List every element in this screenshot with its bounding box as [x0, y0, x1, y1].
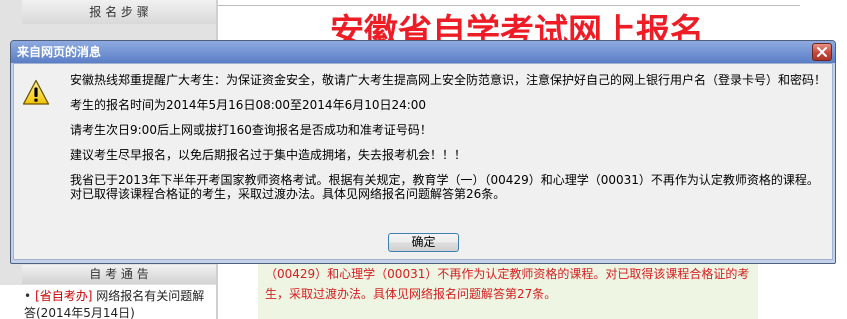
message-dialog: 来自网页的消息 安徽热线郑重提醒广大考生：为保证资金安全，敬请广大考生提高网上安… — [10, 40, 836, 264]
dialog-messages: 安徽热线郑重提醒广大考生：为保证资金安全，敬请广大考生提高网上安全防范意识，注意… — [70, 73, 830, 212]
warning-icon — [22, 79, 50, 106]
notice-list: • [省自考办] 网络报名有关问题解答(2014年5月14日) — [0, 285, 216, 319]
steps-header-label: 报 名 步 骤 — [89, 5, 149, 19]
dialog-message: 安徽热线郑重提醒广大考生：为保证资金安全，敬请广大考生提高网上安全防范意识，注意… — [70, 73, 827, 87]
dialog-message: 建议考生尽早报名，以免后期报名过于集中造成拥堵，失去报考机会！！！ — [70, 148, 467, 162]
steps-header: 报 名 步 骤 — [22, 0, 216, 24]
notice-source-link[interactable]: [省自考办] — [35, 289, 92, 303]
notice-box-text: （00429）和心理学（00031）不再作为认定教师资格的课程。对已取得该课程合… — [265, 267, 750, 301]
dialog-titlebar[interactable]: 来自网页的消息 — [11, 41, 835, 63]
notice-item[interactable]: • [省自考办] 网络报名有关问题解答(2014年5月14日) — [24, 288, 212, 319]
close-button[interactable] — [812, 43, 832, 61]
dialog-message: 考生的报名时间为2014年5月16日08:00至2014年6月10日24:00 — [70, 98, 427, 112]
dialog-message: 我省已于2013年下半年开考国家教师资格考试。根据有关规定，教育学（一）（004… — [70, 173, 819, 201]
notices-header: 自 考 通 告 — [22, 265, 216, 284]
ok-button[interactable]: 确定 — [388, 233, 459, 252]
notices-header-label: 自 考 通 告 — [89, 267, 149, 281]
dialog-body: 安徽热线郑重提醒广大考生：为保证资金安全，敬请广大考生提高网上安全防范意识，注意… — [13, 63, 833, 260]
dialog-title: 来自网页的消息 — [17, 45, 102, 59]
dialog-message: 请考生次日9:00后上网或拔打160查询报名是否成功和准考证号码！ — [70, 123, 432, 137]
bullet-icon: • — [24, 289, 32, 303]
header-rule — [218, 5, 800, 6]
close-icon — [817, 47, 827, 57]
